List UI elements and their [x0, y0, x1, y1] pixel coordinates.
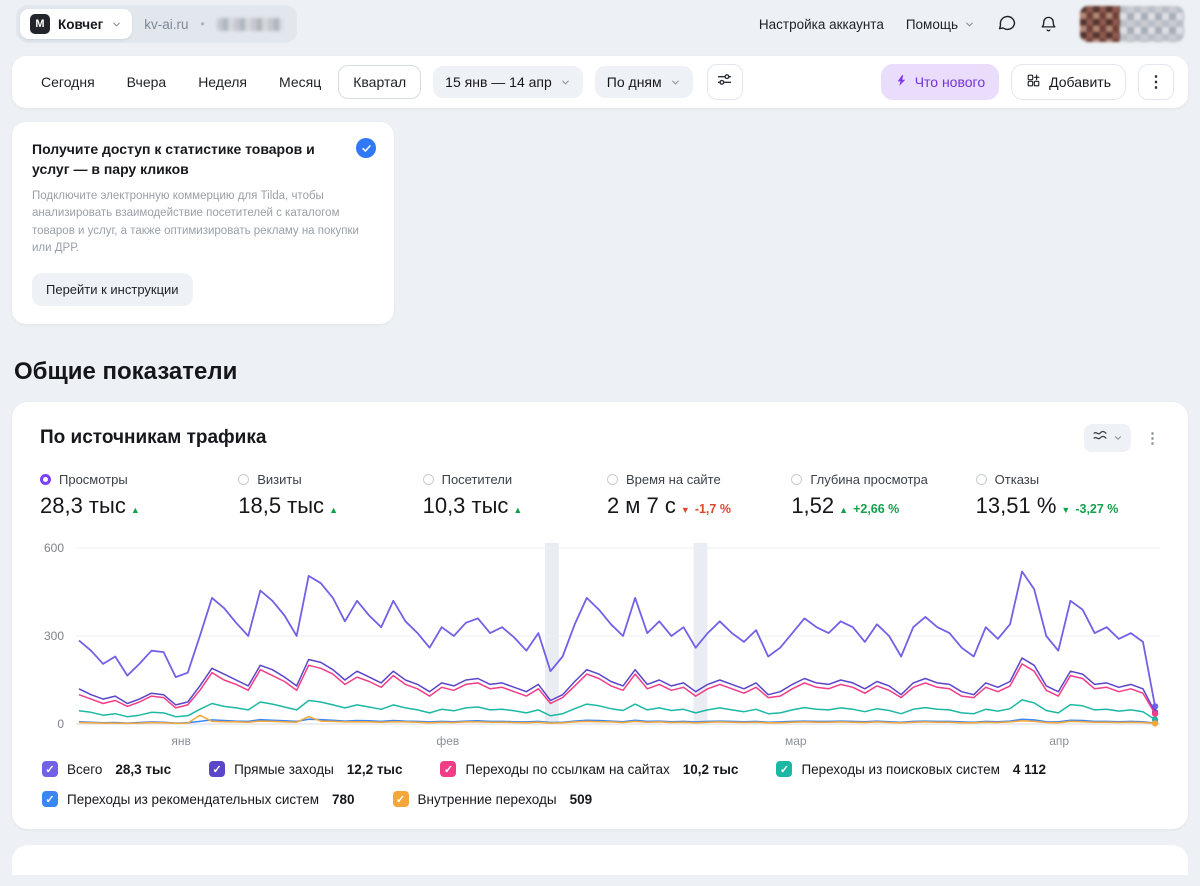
notifications-bell-icon[interactable] — [1039, 15, 1058, 34]
legend-direct[interactable]: ✓ Прямые заходы 12,2 тыс — [209, 761, 402, 778]
chat-icon[interactable] — [997, 14, 1017, 34]
metrica-dashboard: M Ковчег kv-ai.ru • Настройка аккаунта П… — [0, 0, 1200, 886]
toolbar-right-actions: Что нового Добавить ⋮ — [880, 64, 1174, 100]
trend-arrow: ▲ — [130, 505, 140, 516]
legend-site-links[interactable]: ✓ Переходы по ссылкам на сайтах 10,2 тыс — [440, 761, 738, 778]
metric-page-depth[interactable]: Глубина просмотра 1,52 ▲ +2,66 % — [791, 472, 975, 519]
segment-filter-button[interactable] — [706, 64, 743, 100]
traffic-sources-card: По источникам трафика ⋮ Просмотры 28,3 т… — [12, 402, 1188, 830]
chevron-down-icon — [670, 77, 681, 88]
promo-description: Подключите электронную коммерцию для Til… — [32, 190, 359, 254]
period-today[interactable]: Сегодня — [26, 65, 110, 99]
checkbox-checked-icon[interactable]: ✓ — [42, 761, 58, 778]
checkbox-checked-icon[interactable]: ✓ — [440, 761, 457, 778]
legend-internal[interactable]: ✓ Внутренние переходы 509 — [392, 791, 592, 808]
metric-views[interactable]: Просмотры 28,3 тыс ▲ — [40, 472, 238, 519]
verified-check-icon — [356, 138, 376, 158]
chevron-down-icon — [964, 19, 975, 30]
trend-delta: -1,7 % — [694, 502, 731, 517]
chart-legend: ✓ Всего 28,3 тыс ✓ Прямые заходы 12,2 ты… — [42, 761, 1102, 808]
card-title: По источникам трафика — [40, 427, 267, 449]
trend-arrow: ▲ — [513, 505, 523, 516]
metric-time-on-site[interactable]: Время на сайте 2 м 7 с ▼ -1,7 % — [606, 472, 791, 519]
card-kebab-menu[interactable]: ⋮ — [1145, 429, 1160, 447]
counter-selector[interactable]: M Ковчег — [20, 9, 133, 39]
account-settings-link[interactable]: Настройка аккаунта — [759, 17, 884, 32]
checkbox-checked-icon[interactable]: ✓ — [42, 791, 58, 808]
legend-recommendation-systems[interactable]: ✓ Переходы из рекомендательных систем 78… — [42, 791, 355, 808]
section-title: Общие показатели — [14, 358, 238, 386]
period-toolbar: Сегодня Вчера Неделя Месяц Квартал 15 ян… — [12, 56, 1188, 108]
chart-area: 0 300 600 — [40, 541, 1160, 732]
chevron-down-icon — [111, 19, 122, 30]
metric-radio — [606, 474, 618, 486]
metric-visits[interactable]: Визиты 18,5 тыс ▲ — [238, 472, 422, 519]
help-menu[interactable]: Помощь — [906, 17, 975, 32]
metric-radio — [975, 474, 987, 486]
whats-new-button[interactable]: Что нового — [880, 64, 1000, 100]
metric-visitors[interactable]: Посетители 10,3 тыс ▲ — [422, 472, 607, 519]
promo-title: Получите доступ к статистике товаров и у… — [32, 141, 315, 177]
legend-total[interactable]: ✓ Всего 28,3 тыс — [42, 761, 171, 778]
lightning-icon — [895, 73, 908, 91]
top-header: M Ковчег kv-ai.ru • Настройка аккаунта П… — [0, 0, 1200, 48]
period-quarter[interactable]: Квартал — [338, 65, 422, 99]
add-button[interactable]: Добавить — [1011, 64, 1126, 100]
traffic-chart-svg — [76, 543, 1160, 727]
go-to-instructions-button[interactable]: Перейти к инструкции — [32, 273, 193, 307]
avatar[interactable] — [1080, 6, 1184, 42]
metric-radio — [238, 474, 250, 486]
date-range-picker[interactable]: 15 янв — 14 апр — [433, 66, 583, 98]
chevron-down-icon — [1113, 433, 1123, 443]
period-week[interactable]: Неделя — [183, 65, 262, 99]
trend-arrow: ▲ — [839, 505, 849, 516]
separator-dot: • — [200, 17, 205, 31]
add-widget-icon — [1026, 73, 1041, 91]
legend-search-engines[interactable]: ✓ Переходы из поисковых систем 4 112 — [776, 761, 1046, 778]
trend-delta: -3,27 % — [1075, 502, 1119, 517]
metric-radio — [40, 474, 51, 486]
counter-group: M Ковчег kv-ai.ru • — [16, 5, 297, 43]
ecommerce-promo-card: Получите доступ к статистике товаров и у… — [12, 122, 394, 325]
toolbar-kebab-menu[interactable]: ⋮ — [1138, 64, 1174, 100]
chevron-down-icon — [560, 77, 571, 88]
metrics-row: Просмотры 28,3 тыс ▲ Визиты 18,5 тыс ▲ Пос… — [40, 472, 1160, 519]
next-card-sliver — [12, 845, 1188, 876]
counter-name: Ковчег — [58, 16, 104, 32]
checkbox-checked-icon[interactable]: ✓ — [392, 791, 409, 808]
period-yesterday[interactable]: Вчера — [112, 65, 182, 99]
metric-radio — [422, 474, 434, 486]
y-axis-labels: 0 300 600 — [43, 541, 64, 732]
site-domain[interactable]: kv-ai.ru — [144, 17, 188, 32]
metric-bounce-rate[interactable]: Отказы 13,51 % ▼ -3,27 % — [975, 472, 1160, 519]
chart-type-selector[interactable] — [1084, 424, 1131, 453]
line-chart-icon — [1092, 429, 1108, 447]
blurred-site-label — [216, 17, 283, 31]
trend-arrow: ▼ — [1061, 505, 1071, 516]
checkbox-checked-icon[interactable]: ✓ — [209, 761, 226, 778]
sliders-icon — [716, 71, 733, 93]
counter-logo-icon: M — [30, 14, 50, 34]
x-axis-labels: янв фев мар апр — [171, 734, 1070, 749]
checkbox-checked-icon[interactable]: ✓ — [776, 761, 793, 778]
period-month[interactable]: Месяц — [264, 65, 336, 99]
trend-arrow: ▲ — [329, 505, 338, 516]
header-actions: Настройка аккаунта Помощь — [759, 6, 1184, 42]
trend-arrow: ▼ — [680, 505, 690, 516]
trend-delta: +2,66 % — [853, 502, 900, 517]
metric-radio — [791, 474, 803, 486]
traffic-chart-plot[interactable] — [76, 543, 1160, 727]
granularity-select[interactable]: По дням — [594, 66, 693, 98]
